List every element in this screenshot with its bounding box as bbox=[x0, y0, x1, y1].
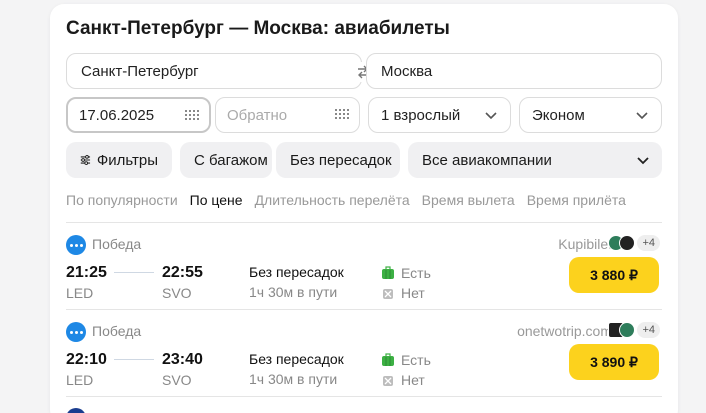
sort-popularity[interactable]: По популярности bbox=[66, 192, 178, 208]
flight-line bbox=[114, 272, 154, 273]
agency-icons: +4 bbox=[608, 235, 660, 251]
baggage-filter-button[interactable]: С багажом bbox=[180, 142, 272, 178]
to-value: Москва bbox=[381, 62, 433, 80]
sort-price[interactable]: По цене bbox=[190, 192, 243, 208]
price-button[interactable]: 3 880 ₽ bbox=[569, 257, 659, 293]
arrival-airport: SVO bbox=[162, 285, 192, 301]
agency-logo-icon bbox=[619, 322, 636, 338]
carryon-info: Нет bbox=[401, 285, 425, 301]
stops-info: Без пересадок bbox=[249, 264, 344, 280]
baggage-filter-label: С багажом bbox=[194, 151, 268, 169]
carryon-info: Нет bbox=[401, 372, 425, 388]
date-back-placeholder: Обратно bbox=[227, 106, 288, 124]
departure-airport: LED bbox=[66, 372, 94, 388]
date-there-field[interactable]: 17.06.2025 bbox=[66, 97, 211, 133]
baggage-icon bbox=[382, 266, 394, 279]
nonstop-filter-label: Без пересадок bbox=[290, 151, 392, 169]
departure-airport: LED bbox=[66, 285, 94, 301]
airline-logo-icon bbox=[66, 322, 86, 342]
flight-result[interactable]: Победа Kupibilet +4 21:25 LED 22:55 SVO … bbox=[66, 223, 662, 309]
flight-duration: 1ч 30м в пути bbox=[249, 284, 338, 300]
sort-departure[interactable]: Время вылета bbox=[422, 192, 515, 208]
no-carryon-icon bbox=[383, 289, 393, 299]
from-value: Санкт-Петербург bbox=[81, 62, 199, 80]
to-field[interactable]: Москва bbox=[366, 53, 662, 89]
date-back-field[interactable]: Обратно bbox=[215, 97, 360, 133]
passengers-select[interactable]: 1 взрослый bbox=[368, 97, 511, 133]
flight-duration: 1ч 30м в пути bbox=[249, 371, 338, 387]
divider bbox=[66, 396, 662, 397]
cabin-select[interactable]: Эконом bbox=[519, 97, 662, 133]
no-carryon-icon bbox=[383, 376, 393, 386]
agency-logo-icon bbox=[619, 235, 636, 251]
from-field[interactable]: Санкт-Петербург bbox=[66, 53, 362, 89]
chevron-down-icon bbox=[636, 112, 648, 120]
price-button[interactable]: 3 890 ₽ bbox=[569, 344, 659, 380]
cabin-value: Эконом bbox=[532, 106, 585, 124]
filter-icon bbox=[80, 155, 91, 165]
departure-time: 22:10 bbox=[66, 351, 107, 368]
departure-time: 21:25 bbox=[66, 264, 107, 281]
chevron-down-icon bbox=[637, 157, 649, 165]
baggage-icon bbox=[382, 353, 394, 366]
nonstop-filter-button[interactable]: Без пересадок bbox=[276, 142, 400, 178]
arrival-airport: SVO bbox=[162, 372, 192, 388]
agency-more-count: +4 bbox=[637, 322, 660, 338]
filters-label: Фильтры bbox=[96, 151, 158, 169]
agency-name[interactable]: Kupibilet bbox=[558, 236, 612, 252]
airline-name: Победа bbox=[92, 323, 142, 339]
arrival-time: 22:55 bbox=[162, 264, 203, 281]
arrival-time: 23:40 bbox=[162, 351, 203, 368]
airline-logo-icon bbox=[66, 408, 86, 413]
sort-tabs: По популярности По цене Длительность перел… bbox=[66, 192, 638, 208]
sort-duration[interactable]: Длительность перелёта bbox=[255, 192, 410, 208]
passengers-value: 1 взрослый bbox=[381, 106, 461, 124]
calendar-icon bbox=[335, 109, 349, 121]
chevron-down-icon bbox=[485, 112, 497, 120]
baggage-included: Есть bbox=[401, 352, 431, 368]
airlines-filter-label: Все авиакомпании bbox=[422, 151, 552, 169]
airlines-filter-select[interactable]: Все авиакомпании bbox=[408, 142, 662, 178]
airline-name: Победа bbox=[92, 236, 142, 252]
calendar-icon bbox=[185, 110, 199, 122]
page-title: Санкт-Петербург — Москва: авиабилеты bbox=[66, 18, 450, 39]
date-there-value: 17.06.2025 bbox=[79, 106, 155, 124]
agency-more-count: +4 bbox=[637, 235, 660, 251]
stops-info: Без пересадок bbox=[249, 351, 344, 367]
flight-line bbox=[114, 359, 154, 360]
flight-result[interactable]: Победа onetwotrip.com +4 22:10 LED 23:40… bbox=[66, 310, 662, 396]
airline-logo-icon bbox=[66, 235, 86, 255]
agency-name[interactable]: onetwotrip.com bbox=[517, 323, 612, 339]
results-card: Санкт-Петербург — Москва: авиабилеты Сан… bbox=[50, 4, 678, 413]
filters-button[interactable]: Фильтры bbox=[66, 142, 172, 178]
baggage-included: Есть bbox=[401, 265, 431, 281]
agency-icons: +4 bbox=[608, 322, 660, 338]
sort-arrival[interactable]: Время прилёта bbox=[527, 192, 626, 208]
